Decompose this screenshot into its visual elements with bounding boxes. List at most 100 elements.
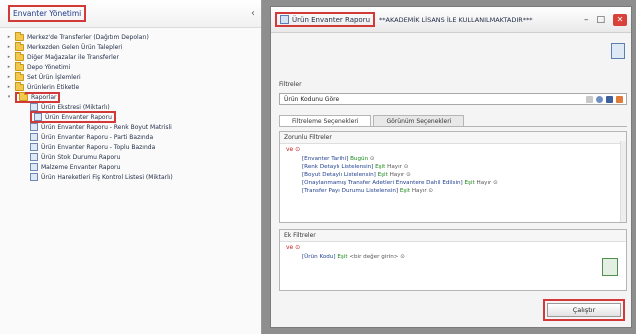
report-window: Ürün Envanter Raporu **AKADEMİK LİSANS İ…: [270, 6, 632, 328]
condition-value[interactable]: Hayır ⊙: [412, 188, 433, 194]
maximize-button[interactable]: □: [596, 15, 605, 25]
collapse-pane-button[interactable]: ‹: [251, 8, 255, 19]
tree-item-merkezden-talepler[interactable]: ▸ Merkezden Gelen Ürün Talepleri: [6, 41, 261, 52]
window-title-highlight: Ürün Envanter Raporu: [275, 12, 376, 27]
window-controls: – □ ✕: [584, 13, 627, 26]
report-icon: [34, 113, 42, 121]
condition-field[interactable]: [Onaylanmamış Transfer Adetleri Envanter…: [302, 180, 463, 186]
folder-icon: [15, 81, 24, 91]
tree-item-label: Merkez'de Transferler (Dağıtım Depoları): [27, 33, 149, 41]
save-icon[interactable]: [606, 95, 613, 103]
filter-condition[interactable]: [Boyut Detaylı Listelensin] Eşit Hayır ⊙: [280, 171, 626, 179]
report-icon: [30, 163, 38, 171]
condition-operator[interactable]: Eşit: [378, 172, 388, 178]
vertical-scrollbar[interactable]: [620, 141, 626, 222]
filters-label: Filtreler: [279, 81, 302, 88]
logic-and-node[interactable]: ve ⊙: [280, 242, 626, 253]
condition-operator[interactable]: Bugün: [350, 156, 368, 162]
tab-view-options[interactable]: Görünüm Seçenekleri: [373, 115, 465, 126]
tree-item-label: Diğer Mağazalar ile Transferler: [27, 53, 119, 61]
report-item-fis-kontrol[interactable]: Ürün Hareketleri Fiş Kontrol Listesi (Mi…: [6, 172, 261, 182]
document-icon[interactable]: [611, 43, 625, 59]
condition-operator[interactable]: Eşit: [375, 164, 385, 170]
expand-icon[interactable]: ▸: [6, 44, 12, 50]
filter-condition[interactable]: [Envanter Tarihi] Bugün ⊙: [280, 155, 626, 163]
report-item-parti[interactable]: Ürün Envanter Raporu - Parti Bazında: [6, 132, 261, 142]
navigation-pane: Envanter Yönetimi ‹ ▸ Merkez'de Transfer…: [0, 0, 262, 334]
collapse-icon[interactable]: ▾: [6, 94, 12, 100]
condition-value[interactable]: <bir değer girin> ⊙: [349, 254, 405, 260]
filter-preset-select[interactable]: Ürün Kodunu Göre: [279, 93, 627, 105]
chevron-down-icon[interactable]: [586, 95, 593, 103]
license-notice: **AKADEMİK LİSANS İLE KULLANILMAKTADIR**…: [379, 15, 533, 24]
condition-value[interactable]: ⊙: [370, 156, 375, 162]
condition-value[interactable]: Hayır ⊙: [477, 180, 498, 186]
filter-condition[interactable]: [Renk Detaylı Listelensin] Eşit Hayır ⊙: [280, 163, 626, 171]
condition-value[interactable]: Hayır ⊙: [390, 172, 411, 178]
report-item-label: Ürün Envanter Raporu - Parti Bazında: [41, 133, 154, 141]
tree-item-label: Ürünlerin Etiketle: [27, 83, 80, 91]
report-icon: [30, 103, 38, 111]
folder-icon: [15, 61, 24, 71]
tab-filter-options[interactable]: Filtreleme Seçenekleri: [279, 115, 372, 126]
condition-operator[interactable]: Eşit: [337, 254, 347, 260]
report-item-label: Ürün Envanter Raporu - Toplu Bazında: [41, 143, 156, 151]
expand-icon[interactable]: ▸: [6, 54, 12, 60]
run-button[interactable]: Çalıştır: [547, 303, 621, 317]
condition-field[interactable]: [Transfer Payı Durumu Listelensin]: [302, 188, 398, 194]
tree-item-raporlar[interactable]: ▾ Raporlar: [6, 91, 261, 103]
tree-item-set-urun[interactable]: ▸ Set Ürün İşlemleri: [6, 71, 261, 82]
tree-item-label: Merkezden Gelen Ürün Talepleri: [27, 43, 123, 51]
report-item-stok-durumu[interactable]: Ürün Stok Durumu Raporu: [6, 152, 261, 162]
filter-condition[interactable]: [Ürün Kodu] Eşit <bir değer girin> ⊙: [280, 253, 626, 261]
expand-icon[interactable]: ▸: [6, 34, 12, 40]
logic-and-node[interactable]: ve ⊙: [280, 144, 626, 155]
expand-icon[interactable]: ▸: [6, 84, 12, 90]
excel-export-icon[interactable]: [602, 258, 618, 276]
window-title: Ürün Envanter Raporu: [292, 15, 371, 24]
report-item-malzeme[interactable]: Malzeme Envanter Raporu: [6, 162, 261, 172]
close-button[interactable]: ✕: [613, 13, 627, 26]
tree-item-label: Depo Yönetimi: [27, 63, 71, 71]
tree-item-urun-etiket[interactable]: ▸ Ürünlerin Etiketle: [6, 81, 261, 92]
report-item-renk-boyut[interactable]: Ürün Envanter Raporu - Renk Boyut Matris…: [6, 122, 261, 132]
extra-filters-label: Ek Filtreler: [280, 230, 626, 242]
report-icon: [30, 143, 38, 151]
raporlar-highlight: Raporlar: [15, 91, 61, 103]
report-item-label: Malzeme Envanter Raporu: [41, 163, 121, 171]
minimize-button[interactable]: –: [584, 15, 589, 25]
filter-condition[interactable]: [Onaylanmamış Transfer Adetleri Envanter…: [280, 179, 626, 187]
tree-item-label: Set Ürün İşlemleri: [27, 73, 81, 81]
condition-field[interactable]: [Renk Detaylı Listelensin]: [302, 164, 373, 170]
tree-item-depo-yonetimi[interactable]: ▸ Depo Yönetimi: [6, 61, 261, 72]
tree-item-merkez-transferler[interactable]: ▸ Merkez'de Transferler (Dağıtım Depolar…: [6, 31, 261, 42]
filter-condition[interactable]: [Transfer Payı Durumu Listelensin] Eşit …: [280, 187, 626, 195]
condition-operator[interactable]: Eşit: [465, 180, 475, 186]
options-tabs: Filtreleme Seçenekleri Görünüm Seçenekle…: [279, 115, 627, 127]
condition-field[interactable]: [Ürün Kodu]: [302, 254, 336, 260]
condition-field[interactable]: [Envanter Tarihi]: [302, 156, 348, 162]
condition-value[interactable]: Hayır ⊙: [387, 164, 408, 170]
tree-item-label: Raporlar: [31, 93, 57, 101]
report-item-label: Ürün Hareketleri Fiş Kontrol Listesi (Mi…: [41, 173, 173, 181]
report-highlight: Ürün Envanter Raporu: [30, 111, 116, 123]
extra-filters-panel: Ek Filtreler ve ⊙ [Ürün Kodu] Eşit <bir …: [279, 229, 627, 291]
report-item-toplu[interactable]: Ürün Envanter Raporu - Toplu Bazında: [6, 142, 261, 152]
report-item-label: Ürün Ekstresi (Miktarlı): [41, 103, 110, 111]
settings-icon[interactable]: [596, 95, 603, 103]
expand-icon[interactable]: ▸: [6, 64, 12, 70]
report-item-label: Ürün Stok Durumu Raporu: [41, 153, 121, 161]
delete-icon[interactable]: [616, 95, 623, 103]
tree-item-diger-magazalar[interactable]: ▸ Diğer Mağazalar ile Transferler: [6, 51, 261, 62]
report-icon: [30, 133, 38, 141]
app-icon: [280, 15, 289, 24]
condition-field[interactable]: [Boyut Detaylı Listelensin]: [302, 172, 376, 178]
report-item-urun-envanter[interactable]: Ürün Envanter Raporu: [6, 111, 261, 123]
folder-icon: [15, 71, 24, 81]
expand-icon[interactable]: ▸: [6, 74, 12, 80]
module-tree: ▸ Merkez'de Transferler (Dağıtım Depolar…: [0, 28, 261, 182]
folder-icon: [19, 91, 28, 101]
mandatory-filters-panel: Zorunlu Filtreler ve ⊙ [Envanter Tarihi]…: [279, 131, 627, 223]
report-item-label: Ürün Envanter Raporu - Renk Boyut Matris…: [41, 123, 172, 131]
condition-operator[interactable]: Eşit: [400, 188, 410, 194]
